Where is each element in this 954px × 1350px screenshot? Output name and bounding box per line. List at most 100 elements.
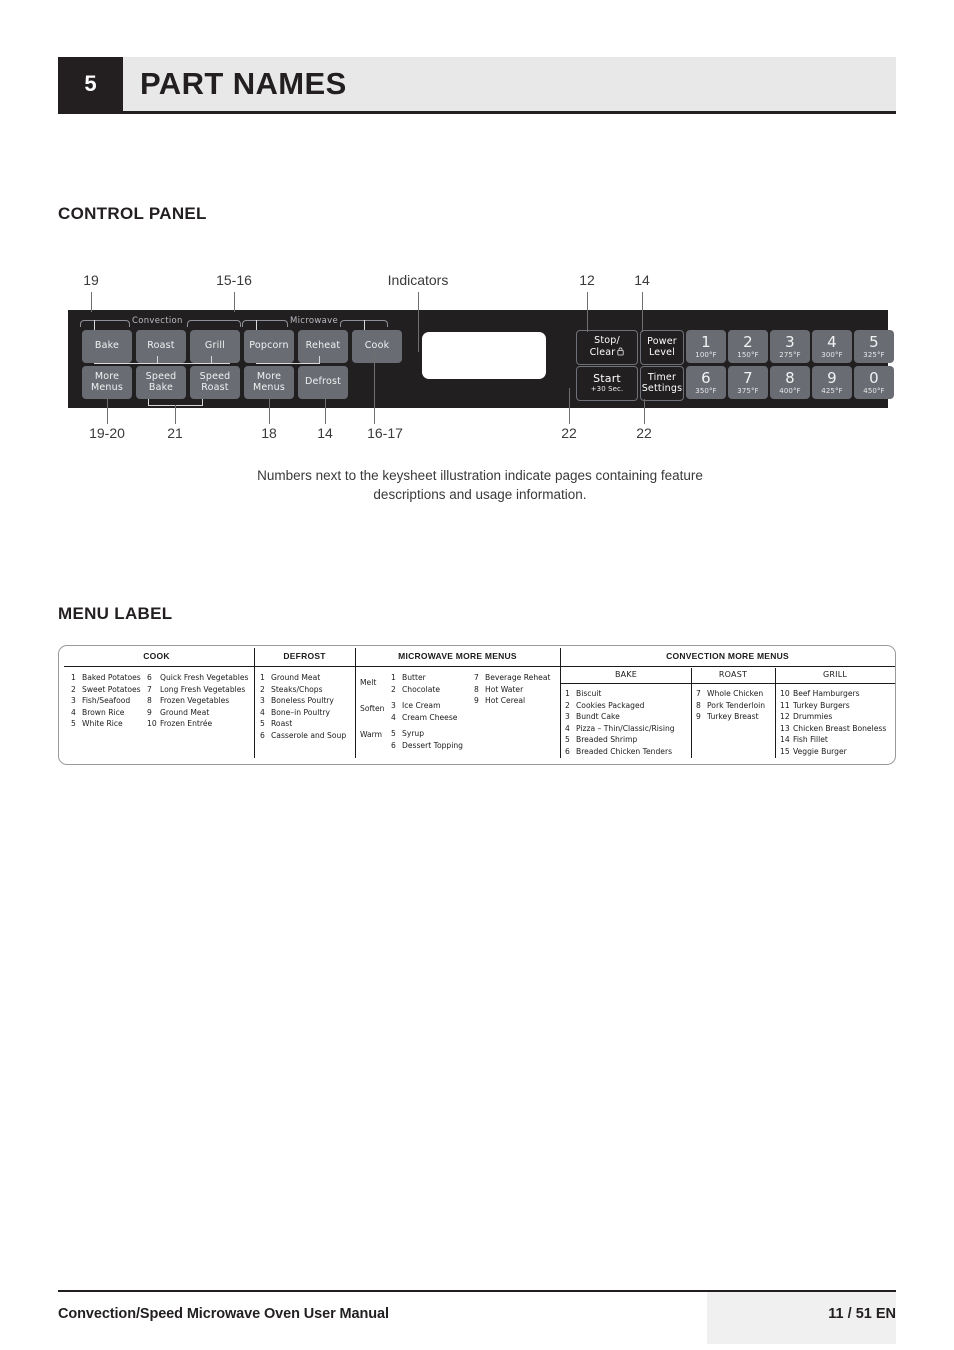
- key-timer-settings[interactable]: Timer Settings: [640, 366, 684, 401]
- key-bake[interactable]: Bake: [82, 330, 132, 363]
- key-num-9[interactable]: 9 425°F: [812, 366, 852, 399]
- cook-list-col-b: 6 Quick Fresh Vegetables 7 Long Fresh Vege…: [147, 672, 248, 730]
- list-item: 2 Chocolate: [391, 684, 463, 696]
- callout-22-timer: 22: [636, 425, 652, 441]
- microwave-more-col-a: 1Butter 2Chocolate . 3Ice Cream 4Cream C…: [391, 672, 463, 752]
- key-num-6[interactable]: 6 350°F: [686, 366, 726, 399]
- key-num-0-temp: 450°F: [863, 386, 885, 395]
- list-item: 5 Syrup: [391, 728, 463, 740]
- key-num-3[interactable]: 3 275°F: [770, 330, 810, 363]
- key-num-6-temp: 350°F: [695, 386, 717, 395]
- caption-line-1: Numbers next to the keysheet illustratio…: [257, 468, 703, 483]
- bake-6-index: 6: [565, 746, 570, 756]
- popcorn-bracket-stub: [256, 320, 257, 330]
- list-item: 3 Boneless Poultry: [260, 695, 346, 707]
- key-speed-roast-line2: Roast: [201, 381, 229, 393]
- callout-14-bottom-leader: [325, 388, 326, 424]
- key-grill-label: Grill: [204, 340, 226, 352]
- convection-group-bracket-left: [80, 320, 130, 327]
- mw-a-3-index: 3: [391, 701, 396, 711]
- grill-14-index: 14: [780, 735, 790, 744]
- roast-7-text: Whole Chicken: [707, 689, 764, 698]
- bake-1-text: Biscuit: [576, 689, 602, 698]
- callout-16-17-leader: [374, 350, 375, 424]
- grill-12-text: Drummies: [793, 712, 833, 721]
- key-num-2[interactable]: 2 150°F: [728, 330, 768, 363]
- key-cook[interactable]: Cook: [352, 330, 402, 363]
- microwave-group-bracket-left: [242, 320, 288, 327]
- key-speed-roast[interactable]: Speed Roast: [190, 366, 240, 399]
- key-stop-clear-line1: Stop/: [594, 335, 620, 346]
- list-item: 7 Long Fresh Vegetables: [147, 684, 248, 696]
- key-num-0[interactable]: 0 450°F: [854, 366, 894, 399]
- grill-12-index: 12: [780, 712, 790, 721]
- key-speed-bake[interactable]: Speed Bake: [136, 366, 186, 399]
- key-num-2-digit: 2: [743, 332, 753, 351]
- mw-a-4-index: 4: [391, 712, 396, 722]
- grill-11-index: 11: [780, 700, 790, 710]
- key-num-8-digit: 8: [785, 368, 795, 387]
- page-title: PART NAMES: [140, 66, 347, 101]
- list-item: 3 Ice Cream: [391, 700, 463, 712]
- defrost-3-index: 3: [260, 696, 265, 705]
- divider-bake-roast: [691, 668, 692, 758]
- key-speed-roast-line1: Speed: [199, 371, 231, 382]
- callout-indicators: Indicators: [387, 272, 449, 288]
- mw-a-1-index: 1: [391, 673, 396, 682]
- roast-8-index: 8: [696, 700, 701, 710]
- defrost-3-text: Boneless Poultry: [271, 696, 334, 705]
- microwave-group-melt: Melt: [360, 678, 377, 687]
- cook-list-col-a: 1 Baked Potatoes 2 Sweet Potatoes 3 Fish/Se…: [71, 672, 141, 730]
- grill-14-text: Fish Fillet: [793, 735, 828, 744]
- key-num-6-digit: 6: [701, 368, 711, 387]
- key-microwave-more-menus[interactable]: More Menus: [244, 366, 294, 399]
- list-item: 9 Turkey Breast: [696, 711, 765, 723]
- key-popcorn[interactable]: Popcorn: [244, 330, 294, 363]
- callout-14-bottom: 14: [317, 425, 333, 441]
- key-num-3-digit: 3: [785, 332, 795, 351]
- cook-a-5-index: 5: [71, 719, 76, 728]
- key-num-7-digit: 7: [743, 368, 753, 387]
- key-roast[interactable]: Roast: [136, 330, 186, 363]
- section-heading-menu-label: MENU LABEL: [58, 604, 173, 623]
- key-num-3-temp: 275°F: [779, 350, 801, 359]
- key-num-4[interactable]: 4 300°F: [812, 330, 852, 363]
- key-popcorn-label: Popcorn: [249, 340, 289, 352]
- list-item: 6 Quick Fresh Vegetables: [147, 672, 248, 684]
- key-defrost[interactable]: Defrost: [298, 366, 348, 399]
- key-power-level[interactable]: Power Level: [640, 330, 684, 365]
- convection-subhead-grill: GRILL: [822, 670, 848, 679]
- callout-16-17: 16-17: [367, 425, 403, 441]
- bake-3-index: 3: [565, 712, 570, 721]
- bake-4-index: 4: [565, 723, 570, 733]
- grill-13-text: Chicken Breast Boneless: [793, 723, 887, 733]
- list-item: 4 Brown Rice: [71, 707, 141, 719]
- defrost-5-index: 5: [260, 719, 265, 728]
- defrost-6-index: 6: [260, 730, 265, 740]
- list-item: 5 Roast: [260, 718, 346, 730]
- key-convection-more-menus[interactable]: More Menus: [82, 366, 132, 399]
- key-num-5[interactable]: 5 325°F: [854, 330, 894, 363]
- defrost-4-index: 4: [260, 707, 265, 717]
- defrost-1-text: Ground Meat: [271, 673, 321, 682]
- key-power-level-line1: Power: [647, 336, 677, 347]
- key-num-8[interactable]: 8 400°F: [770, 366, 810, 399]
- key-num-7[interactable]: 7 375°F: [728, 366, 768, 399]
- list-item: 2 Cookies Packaged: [565, 700, 675, 712]
- list-item: 14 Fish Fillet: [780, 734, 886, 746]
- key-cook-label: Cook: [364, 340, 390, 352]
- key-start[interactable]: Start +30 Sec.: [576, 366, 638, 401]
- bake-5-text: Breaded Shrimp: [576, 735, 638, 744]
- key-reheat[interactable]: Reheat: [298, 330, 348, 363]
- list-item: 12 Drummies: [780, 711, 886, 723]
- key-num-1[interactable]: 1 100°F: [686, 330, 726, 363]
- convection-row1-underline: [94, 363, 230, 364]
- callout-21-leader: [175, 405, 176, 424]
- key-grill[interactable]: Grill: [190, 330, 240, 363]
- defrost-list: 1 Ground Meat 2 Steaks/Chops 3 Boneless Pou…: [260, 672, 346, 741]
- key-stop-clear[interactable]: Stop/ Clear: [576, 330, 638, 365]
- cook-a-4-index: 4: [71, 707, 76, 717]
- mw-b-9-index: 9: [474, 696, 479, 705]
- list-item: 9 Ground Meat: [147, 707, 248, 719]
- key-bake-label: Bake: [94, 340, 120, 352]
